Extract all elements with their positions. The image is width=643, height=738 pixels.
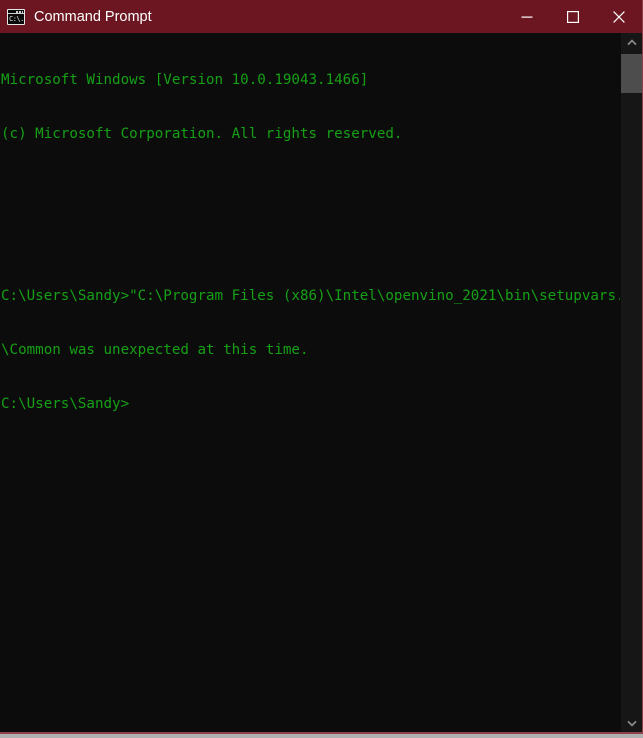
console-text: Microsoft Windows [Version 10.0.19043.14…	[1, 35, 620, 449]
console-icon-prompt-text: C:\.	[9, 14, 24, 23]
scrollbar-track[interactable]	[621, 51, 642, 714]
console-line: Microsoft Windows [Version 10.0.19043.14…	[1, 72, 369, 88]
console-output-area[interactable]: Microsoft Windows [Version 10.0.19043.14…	[0, 33, 642, 732]
close-button[interactable]	[596, 0, 642, 33]
maximize-button[interactable]	[550, 0, 596, 33]
console-icon: C:\.	[7, 8, 25, 25]
maximize-icon	[567, 10, 579, 23]
scroll-up-button[interactable]	[621, 33, 642, 51]
scroll-down-button[interactable]	[621, 714, 642, 732]
title-bar[interactable]: C:\. Command Prompt	[0, 0, 642, 33]
scrollbar-thumb[interactable]	[621, 54, 642, 93]
console-line: \Common was unexpected at this time.	[1, 342, 309, 358]
window-controls	[504, 0, 642, 33]
command-prompt-window: C:\. Command Prompt Microsoft Windows [V…	[0, 0, 643, 734]
chevron-down-icon	[626, 720, 637, 727]
window-title: Command Prompt	[34, 8, 152, 25]
vertical-scrollbar[interactable]	[621, 33, 642, 732]
minimize-icon	[521, 16, 533, 18]
console-line: (c) Microsoft Corporation. All rights re…	[1, 126, 403, 142]
chevron-up-icon	[626, 38, 637, 45]
close-icon	[613, 10, 625, 23]
minimize-button[interactable]	[504, 0, 550, 33]
console-icon-dots	[16, 10, 23, 13]
title-bar-left: C:\. Command Prompt	[0, 8, 504, 25]
console-line: C:\Users\Sandy>"C:\Program Files (x86)\I…	[1, 288, 620, 304]
console-line: C:\Users\Sandy>	[1, 396, 130, 412]
